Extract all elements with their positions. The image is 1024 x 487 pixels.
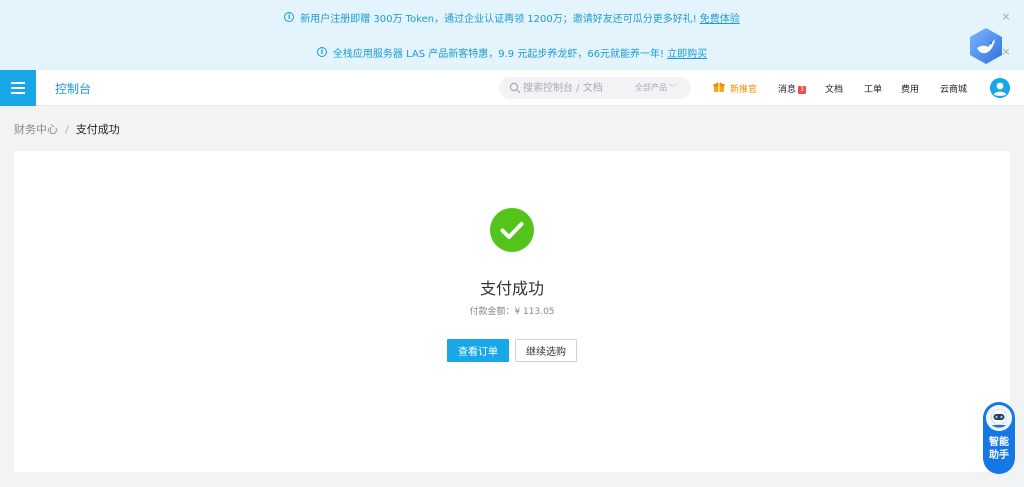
assistant-label: 智能 助手 <box>983 436 1015 462</box>
console-title[interactable]: 控制台 <box>55 80 91 97</box>
search-input[interactable] <box>523 80 623 96</box>
announcement-banner: i 新用户注册即赠 300万 Token，通过企业认证再领 1200万；邀请好友… <box>0 0 1024 70</box>
announcement-text-1: 新用户注册即赠 300万 Token，通过企业认证再领 1200万；邀请好友还可… <box>300 13 697 25</box>
assistant-label-line-1: 智能 <box>989 437 1009 448</box>
check-circle-icon <box>490 208 534 252</box>
nav-tickets[interactable]: 工单 <box>864 82 882 95</box>
assistant-label-line-2: 助手 <box>989 450 1009 461</box>
close-icon[interactable]: × <box>1000 11 1012 23</box>
search-scope-dropdown[interactable]: 全部产品 ﹀ <box>635 82 676 93</box>
robot-avatar-icon <box>986 405 1012 431</box>
announcement-line-2: i 全栈应用服务器 LAS 产品新客特惠，9.9 元起步养龙虾，66元就能养一年… <box>0 42 1024 62</box>
free-trial-link[interactable]: 免费体验 <box>700 10 740 25</box>
payment-amount: 付款金额：¥ 113.05 <box>469 307 555 317</box>
breadcrumb-current: 支付成功 <box>75 123 120 136</box>
buy-now-link[interactable]: 立即购买 <box>667 45 707 60</box>
search-icon <box>509 82 521 94</box>
messages-count-badge: 3 <box>798 86 807 94</box>
breadcrumb-separator: / <box>65 123 69 136</box>
nav-new-recommend[interactable]: 新推官 <box>730 82 757 95</box>
continue-shopping-button[interactable]: 继续选购 <box>515 339 577 362</box>
top-header: 控制台 全部产品﹀ 新推官 消息3 文档 工单 费用 云商城 <box>0 70 1024 106</box>
user-avatar-icon[interactable] <box>990 78 1010 98</box>
breadcrumb-finance-center[interactable]: 财务中心 <box>14 123 58 136</box>
nav-billing[interactable]: 费用 <box>901 82 919 95</box>
nav-messages[interactable]: 消息 3 <box>778 82 807 95</box>
result-title: 支付成功 <box>479 279 544 298</box>
search-box[interactable]: 全部产品﹀ <box>499 77 691 99</box>
announcement-line-1: i 新用户注册即赠 300万 Token，通过企业认证再领 1200万；邀请好友… <box>0 7 1024 27</box>
chevron-down-icon: ﹀ <box>669 84 676 92</box>
smart-assistant-button[interactable]: 智能 助手 <box>983 402 1015 474</box>
hamburger-menu-icon[interactable] <box>0 70 36 106</box>
nav-docs[interactable]: 文档 <box>825 82 843 95</box>
payment-result-card: 支付成功 付款金额：¥ 113.05 查看订单 继续选购 <box>14 151 1010 472</box>
bird-shield-logo-icon[interactable] <box>966 26 1006 66</box>
gift-icon[interactable] <box>713 81 725 93</box>
nav-messages-label: 消息 <box>778 85 797 95</box>
info-circle-icon: i <box>284 12 295 22</box>
announcement-text-2: 全栈应用服务器 LAS 产品新客特惠，9.9 元起步养龙虾，66元就能养一年! <box>332 48 665 60</box>
view-order-button[interactable]: 查看订单 <box>447 339 509 362</box>
nav-marketplace[interactable]: 云商城 <box>940 82 967 95</box>
search-scope-label: 全部产品 <box>635 83 667 92</box>
breadcrumb: 财务中心 / 支付成功 <box>14 121 120 137</box>
info-circle-icon: i <box>316 47 327 57</box>
